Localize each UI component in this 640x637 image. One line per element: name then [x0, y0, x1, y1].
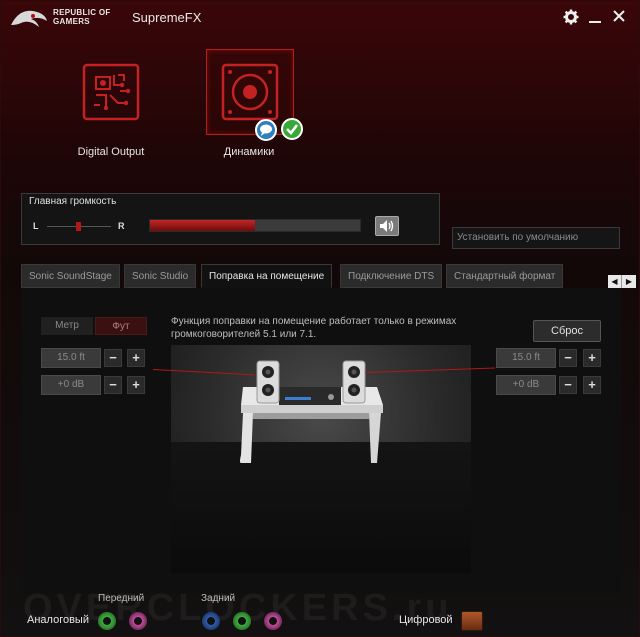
digital-port-icon[interactable]	[461, 611, 483, 631]
balance-knob[interactable]	[76, 222, 81, 231]
right-distance-field[interactable]: 15.0 ft	[496, 348, 556, 368]
analog-label: Аналоговый	[27, 614, 89, 626]
master-volume-title: Главная громкость	[29, 196, 117, 207]
rear-green-jack-icon[interactable]	[233, 612, 251, 630]
gear-icon-glyph	[563, 9, 579, 25]
right-distance-plus-button[interactable]: +	[583, 349, 601, 367]
left-gain-plus-button[interactable]: +	[127, 376, 145, 394]
master-volume-panel: Главная громкость L R	[21, 193, 440, 245]
unit-meter-button[interactable]: Метр	[41, 317, 93, 335]
minimize-icon[interactable]	[586, 9, 604, 27]
left-speaker	[256, 360, 280, 404]
rear-blue-jack-icon[interactable]	[202, 612, 220, 630]
right-gain-field[interactable]: +0 dB	[496, 375, 556, 395]
tab-standard-format[interactable]: Стандартный формат	[446, 264, 564, 288]
digital-output-icon	[82, 63, 140, 121]
room-correction-note: Функция поправки на помещение работает т…	[171, 316, 457, 340]
left-distance-plus-button[interactable]: +	[127, 349, 145, 367]
volume-slider[interactable]	[149, 219, 361, 232]
speaker-volume-icon	[380, 220, 394, 232]
tab-dts-connect[interactable]: Подключение DTS	[340, 264, 443, 288]
device-label-digital-output: Digital Output	[77, 146, 145, 158]
front-jacks-label: Передний	[98, 593, 145, 604]
unit-foot-button[interactable]: Фут	[95, 317, 147, 335]
chat-glyph	[260, 124, 272, 136]
speaker-icon	[221, 63, 279, 121]
tab-room-correction[interactable]: Поправка на помещение	[201, 264, 333, 288]
close-glyph	[613, 10, 625, 22]
check-glyph	[286, 124, 299, 135]
brand-line2: GAMERS	[53, 17, 90, 26]
rear-pink-jack-icon[interactable]	[264, 612, 282, 630]
tab-sonic-studio[interactable]: Sonic Studio	[124, 264, 197, 288]
title-bar: REPUBLIC OF GAMERS SupremeFX	[1, 1, 639, 35]
balance-right-label: R	[118, 221, 125, 231]
set-default-button[interactable]: Установить по умолчанию	[452, 227, 620, 249]
left-gain-minus-button[interactable]: −	[104, 376, 122, 394]
device-speakers[interactable]	[206, 49, 294, 135]
tab-scroll-right-icon[interactable]: ▶	[622, 275, 636, 288]
left-gain-field[interactable]: +0 dB	[41, 375, 101, 395]
brand-text: REPUBLIC OF GAMERS	[53, 8, 111, 26]
front-green-jack-icon[interactable]	[98, 612, 116, 630]
supremefx-window: REPUBLIC OF GAMERS SupremeFX Digital Out…	[0, 0, 640, 637]
default-device-check-icon	[281, 118, 303, 140]
rog-logo-icon	[11, 10, 47, 27]
chat-badge-icon[interactable]	[255, 119, 277, 141]
left-distance-minus-button[interactable]: −	[104, 349, 122, 367]
tab-sonic-soundstage[interactable]: Sonic SoundStage	[21, 264, 120, 288]
reset-button[interactable]: Сброс	[533, 320, 601, 342]
room-scene	[240, 360, 383, 463]
rear-jacks-label: Задний	[201, 593, 236, 604]
right-speaker	[342, 360, 366, 404]
digital-label: Цифровой	[399, 614, 453, 626]
right-gain-minus-button[interactable]: −	[559, 376, 577, 394]
room-visualization	[171, 345, 471, 573]
gear-icon[interactable]	[562, 9, 580, 27]
device-label-speakers: Динамики	[223, 146, 275, 158]
volume-fill	[150, 220, 255, 231]
device-digital-output[interactable]	[67, 49, 155, 135]
brand-line1: REPUBLIC OF	[53, 8, 111, 17]
app-title: SupremeFX	[132, 10, 202, 25]
right-gain-plus-button[interactable]: +	[583, 376, 601, 394]
close-icon[interactable]	[610, 9, 628, 27]
right-distance-minus-button[interactable]: −	[559, 349, 577, 367]
minimize-glyph	[589, 21, 601, 23]
left-distance-field[interactable]: 15.0 ft	[41, 348, 101, 368]
tab-scroll-left-icon[interactable]: ◀	[608, 275, 622, 288]
tab-scroll-arrows: ◀ ▶	[608, 275, 636, 288]
balance-left-label: L	[33, 221, 39, 231]
front-pink-jack-icon[interactable]	[129, 612, 147, 630]
mute-button[interactable]	[375, 216, 399, 236]
